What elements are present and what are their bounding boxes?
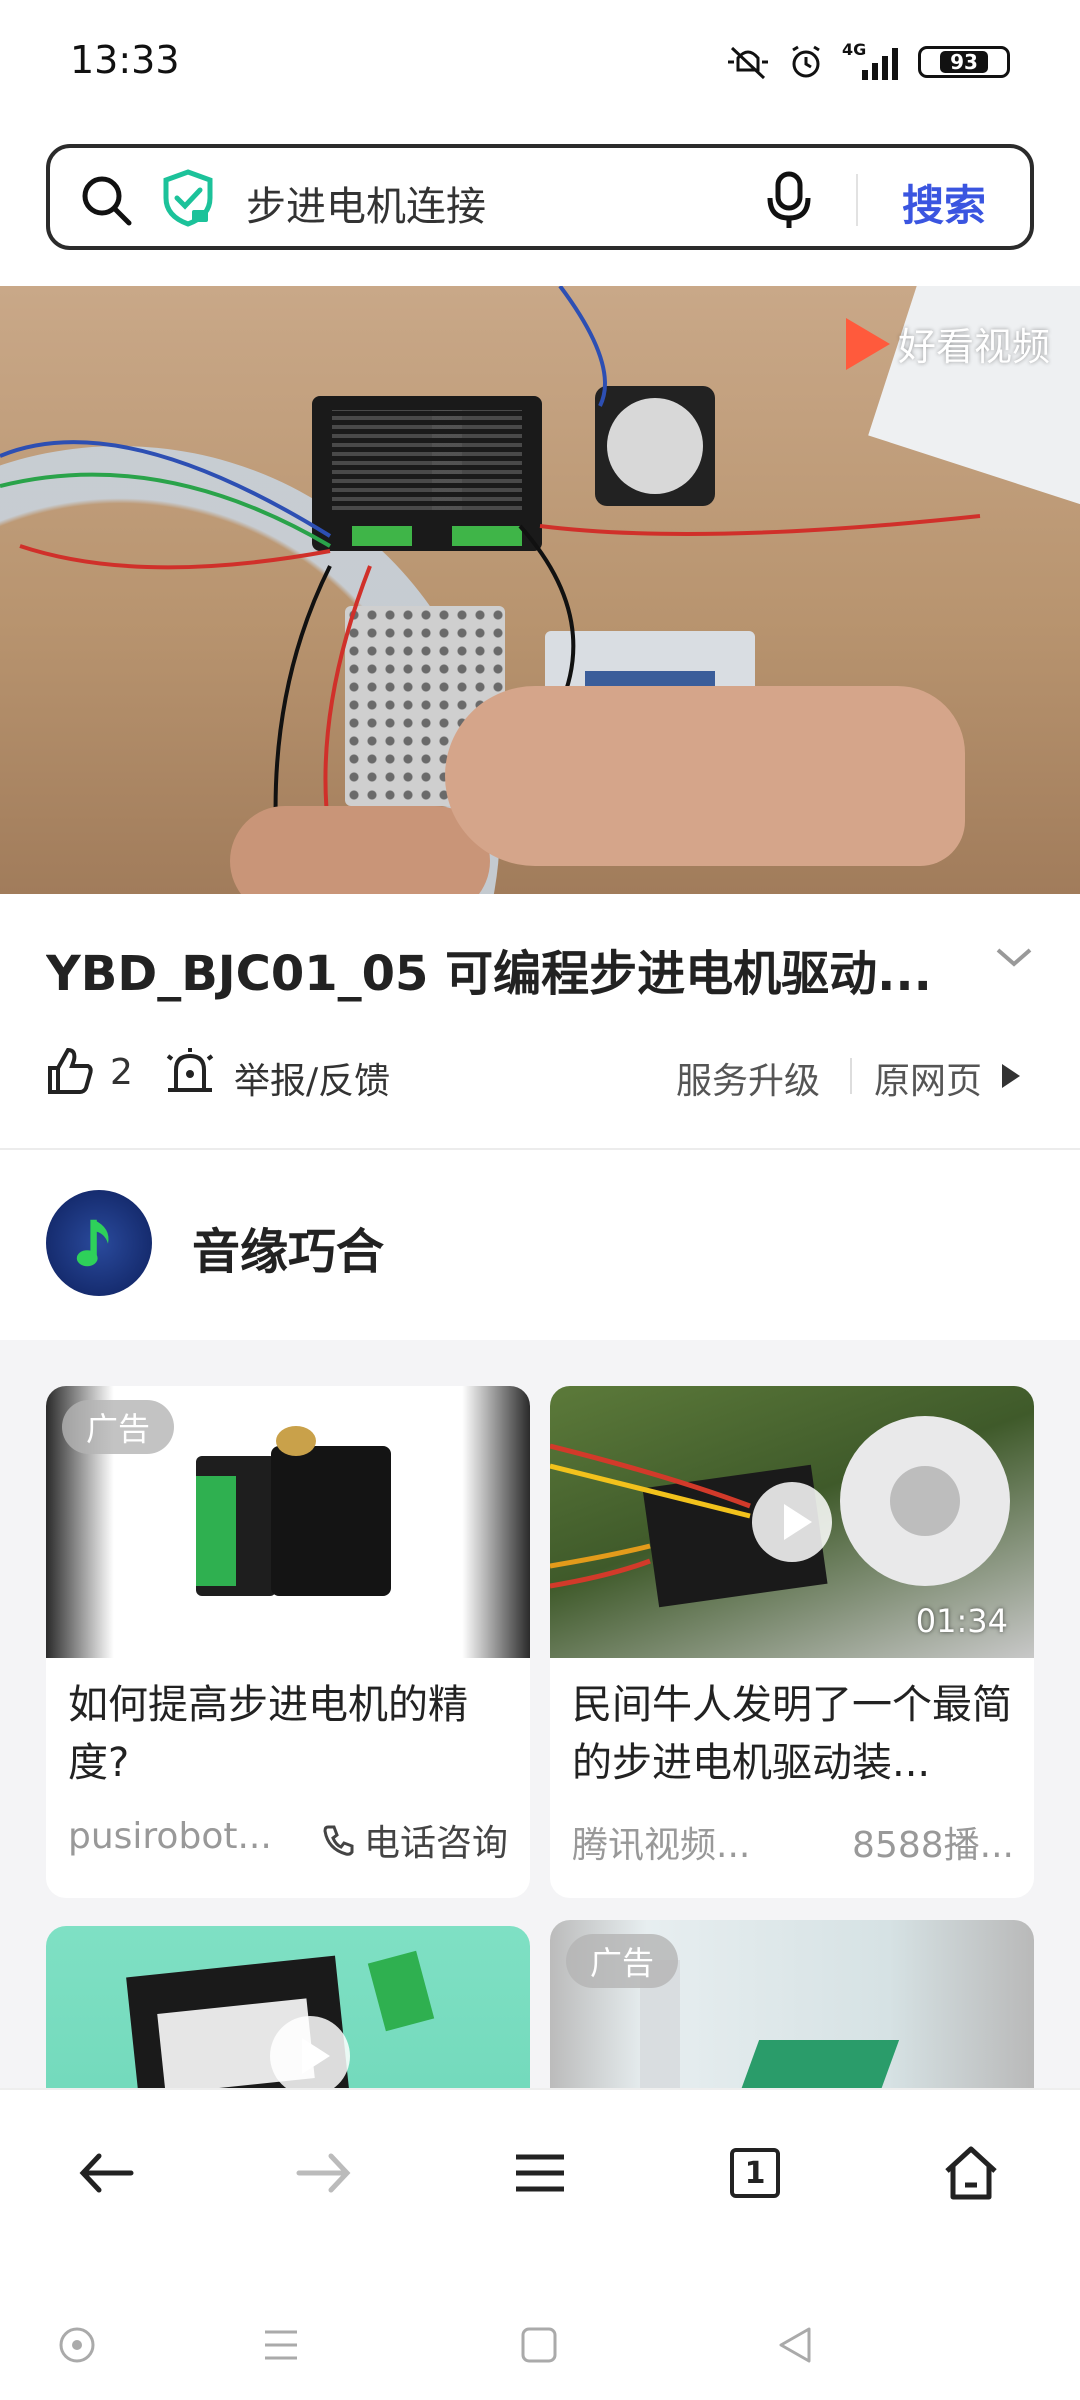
home-button[interactable]	[936, 2138, 1006, 2208]
video-watermark: 好看视频	[845, 316, 1050, 371]
search-bar[interactable]: 步进电机连接 搜索	[46, 144, 1034, 250]
assistant-button[interactable]	[52, 2320, 102, 2370]
status-bar: 13:33 4G 93	[0, 0, 1080, 130]
feed-card-ad[interactable]: 广告	[550, 1920, 1034, 2090]
chevron-down-icon[interactable]	[994, 946, 1034, 970]
feed-card-video[interactable]: 01:34 民间牛人发明了一个最简的步进电机驱动装... 腾讯视频... 858…	[550, 1386, 1034, 1898]
feed-card-ad[interactable]: 广告 如何提高步进电机的精度? pusirobot... 电话咨询	[46, 1386, 530, 1898]
card-thumbnail	[46, 1926, 530, 2090]
alarm-report-icon[interactable]	[164, 1046, 216, 1096]
battery-level: 93	[940, 51, 988, 73]
search-icon	[82, 176, 132, 226]
back-system-button[interactable]	[770, 2320, 820, 2370]
phone-consult-label: 电话咨询	[363, 1823, 508, 1864]
action-row: 2 举报/反馈 服务升级 原网页	[46, 1044, 1036, 1104]
circle-dot-icon	[59, 2327, 95, 2363]
report-button[interactable]: 举报/反馈	[234, 1052, 390, 1104]
lines-icon	[265, 2330, 297, 2360]
thumbs-up-icon[interactable]	[46, 1046, 94, 1096]
watermark-text: 好看视频	[897, 325, 1050, 369]
signal-icon: 4G	[842, 40, 900, 80]
play-count: 8588播...	[852, 1825, 1014, 1866]
video-title: YBD_BJC01_05 可编程步进电机驱动...	[46, 946, 932, 1002]
arrow-left-icon	[79, 2153, 134, 2193]
card-source: 腾讯视频...	[572, 1825, 751, 1866]
system-nav-bar	[0, 2290, 1080, 2400]
card-source: pusirobot...	[68, 1816, 272, 1857]
phone-icon	[323, 1825, 354, 1856]
video-hand	[445, 686, 965, 866]
tabs-button[interactable]: 1	[720, 2138, 790, 2208]
search-input[interactable]: 步进电机连接	[246, 174, 486, 232]
card-title: 民间牛人发明了一个最简的步进电机驱动装...	[572, 1682, 1012, 1786]
music-note-icon	[76, 1219, 109, 1267]
phone-consult-button[interactable]: 电话咨询	[322, 1814, 508, 1866]
menu-icon	[516, 2154, 564, 2192]
tab-count: 1	[744, 2155, 766, 2191]
tabs-icon: 1	[730, 2148, 780, 2198]
card-thumbnail: 广告	[550, 1920, 1034, 2090]
arrow-right-icon	[296, 2153, 351, 2193]
microphone-icon[interactable]	[766, 170, 812, 230]
recents-button[interactable]	[256, 2320, 306, 2370]
recommendation-feed: 广告 如何提高步进电机的精度? pusirobot... 电话咨询 01:34 …	[0, 1340, 1080, 2090]
service-upgrade-link[interactable]: 服务升级	[676, 1052, 820, 1104]
status-icons: 4G 93	[726, 40, 1010, 80]
video-player[interactable]: 好看视频	[0, 286, 1080, 894]
divider	[850, 1058, 852, 1094]
like-count: 2	[110, 1052, 133, 1093]
ad-badge: 广告	[62, 1400, 175, 1454]
original-page-link[interactable]: 原网页	[874, 1052, 982, 1104]
play-arrow-icon	[1002, 1064, 1020, 1088]
channel-name[interactable]: 音缘巧合	[192, 1212, 384, 1282]
avatar[interactable]	[46, 1190, 152, 1296]
battery-icon: 93	[918, 46, 1010, 78]
card-thumbnail: 01:34	[550, 1386, 1034, 1658]
play-button[interactable]	[270, 2016, 350, 2090]
play-button[interactable]	[752, 1482, 832, 1562]
search-divider	[856, 174, 858, 226]
search-button[interactable]: 搜索	[902, 172, 986, 233]
home-system-button[interactable]	[514, 2320, 564, 2370]
card-thumbnail: 广告	[46, 1386, 530, 1658]
square-icon	[521, 2327, 557, 2363]
bottom-nav: 1	[0, 2088, 1080, 2248]
divider	[0, 1148, 1080, 1150]
shield-icon	[163, 169, 213, 227]
alarm-icon	[792, 45, 820, 78]
haokan-logo-icon	[845, 317, 890, 370]
video-hand	[230, 806, 490, 894]
status-time: 13:33	[70, 38, 180, 82]
forward-button[interactable]	[288, 2138, 358, 2208]
home-icon	[945, 2146, 997, 2200]
ad-badge: 广告	[566, 1934, 679, 1988]
video-duration: 01:34	[915, 1602, 1008, 1640]
mute-icon	[728, 46, 768, 80]
feed-card-video[interactable]	[46, 1926, 530, 2090]
menu-button[interactable]	[505, 2138, 575, 2208]
card-title: 如何提高步进电机的精度?	[68, 1682, 468, 1786]
back-button[interactable]	[72, 2138, 142, 2208]
triangle-back-icon	[779, 2327, 811, 2363]
